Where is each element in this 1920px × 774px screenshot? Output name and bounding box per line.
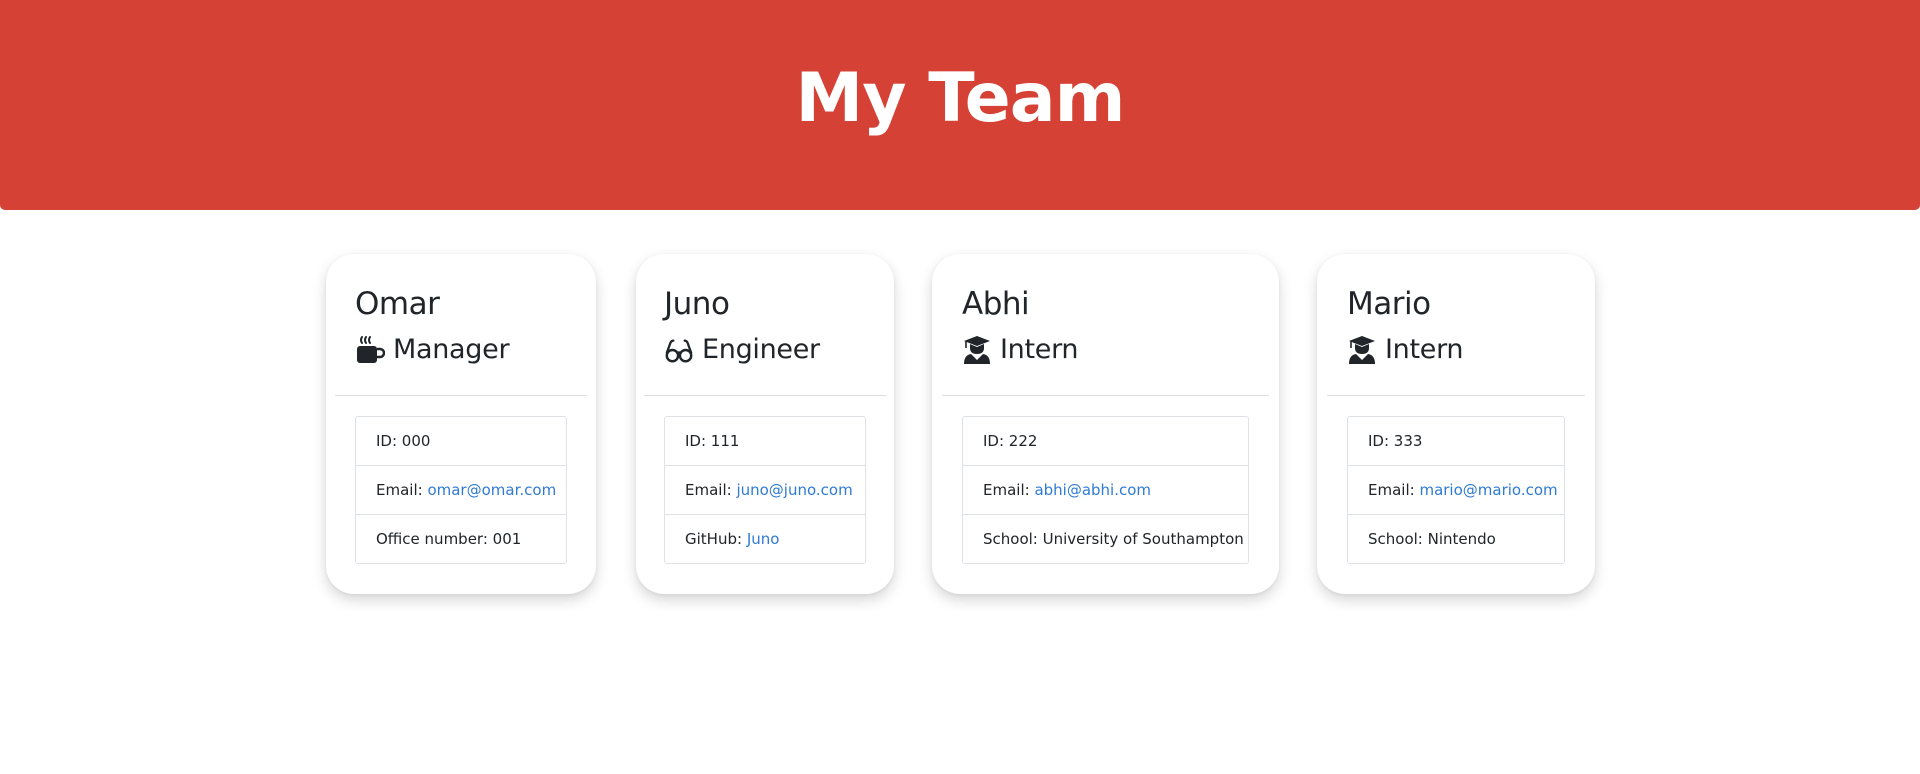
- member-role-label: Manager: [393, 334, 510, 365]
- email-link[interactable]: omar@omar.com: [427, 481, 556, 499]
- team-member-card: Juno Engineer ID: 111 Email: juno@juno.c…: [636, 254, 894, 594]
- member-id: ID: 111: [665, 417, 865, 466]
- member-email: Email: juno@juno.com: [665, 466, 865, 515]
- info-list: ID: 000 Email: omar@omar.com Office numb…: [355, 416, 567, 564]
- info-list: ID: 333 Email: mario@mario.com School: N…: [1347, 416, 1565, 564]
- member-id: ID: 000: [356, 417, 566, 466]
- member-school: School: Nintendo: [1368, 530, 1496, 548]
- team-member-card: Omar Manager ID: 000 Email: omar@omar.co…: [326, 254, 596, 594]
- email-label: Email:: [685, 481, 737, 499]
- page-header: My Team: [0, 0, 1920, 210]
- member-name: Omar: [355, 286, 440, 322]
- member-email: Email: abhi@abhi.com: [963, 466, 1248, 515]
- member-role-label: Engineer: [702, 334, 820, 365]
- email-link[interactable]: mario@mario.com: [1419, 481, 1557, 499]
- team-member-card: Abhi Intern ID: 222 Email: abhi@abhi.com…: [932, 254, 1279, 594]
- glasses-icon: [664, 335, 694, 365]
- member-name: Juno: [664, 286, 730, 322]
- email-link[interactable]: abhi@abhi.com: [1034, 481, 1151, 499]
- member-school: School: University of Southampton: [983, 530, 1244, 548]
- email-label: Email:: [1368, 481, 1420, 499]
- member-role: Intern: [962, 334, 1079, 365]
- member-office-number: Office number: 001: [376, 530, 522, 548]
- user-graduate-icon: [962, 335, 992, 365]
- card-divider: [644, 395, 886, 396]
- member-role: Intern: [1347, 334, 1464, 365]
- email-link[interactable]: juno@juno.com: [736, 481, 852, 499]
- page-title: My Team: [795, 58, 1126, 138]
- user-graduate-icon: [1347, 335, 1377, 365]
- member-role-label: Intern: [1385, 334, 1464, 365]
- email-label: Email:: [983, 481, 1035, 499]
- member-id: ID: 333: [1348, 417, 1564, 466]
- card-divider: [1327, 395, 1585, 396]
- member-id: ID: 222: [963, 417, 1248, 466]
- member-role-label: Intern: [1000, 334, 1079, 365]
- member-role: Engineer: [664, 334, 820, 365]
- member-github: GitHub: Juno: [665, 515, 865, 563]
- member-role: Manager: [355, 334, 510, 365]
- card-divider: [942, 395, 1269, 396]
- info-list: ID: 222 Email: abhi@abhi.com School: Uni…: [962, 416, 1249, 564]
- email-label: Email:: [376, 481, 428, 499]
- card-divider: [335, 395, 587, 396]
- member-email: Email: omar@omar.com: [356, 466, 566, 515]
- info-list: ID: 111 Email: juno@juno.com GitHub: Jun…: [664, 416, 866, 564]
- member-name: Abhi: [962, 286, 1030, 322]
- mug-hot-icon: [355, 335, 385, 365]
- github-link[interactable]: Juno: [747, 530, 780, 548]
- member-name: Mario: [1347, 286, 1431, 322]
- github-label: GitHub:: [685, 530, 747, 548]
- team-member-card: Mario Intern ID: 333 Email: mario@mario.…: [1317, 254, 1595, 594]
- member-email: Email: mario@mario.com: [1348, 466, 1564, 515]
